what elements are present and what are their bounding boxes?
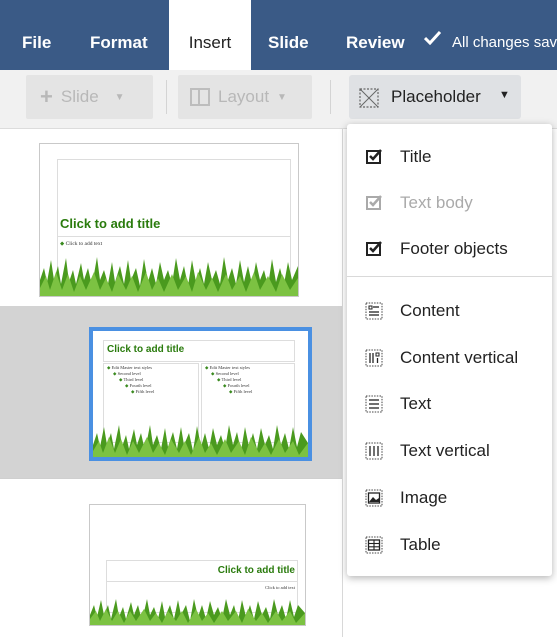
grass-image — [90, 599, 305, 625]
master-level-4: Fourth level — [227, 383, 250, 388]
master-level-1: Edit Master text styles — [209, 365, 250, 370]
checkmark-icon — [423, 30, 442, 50]
save-status: All changes saved — [452, 34, 557, 51]
grass-image — [40, 257, 298, 296]
slide-divider — [0, 478, 342, 479]
menu-item-content-vertical[interactable]: Content vertical — [347, 336, 552, 380]
menu-item-table[interactable]: Table — [347, 523, 552, 567]
menu-item-label: Text body — [400, 193, 473, 212]
table-icon — [365, 536, 383, 554]
menu-insert[interactable]: Insert — [169, 0, 251, 70]
layout-icon — [190, 88, 210, 106]
master-text-left: ◆ Edit Master text styles ◆ Second level… — [107, 365, 155, 394]
text-icon — [365, 395, 383, 413]
add-slide-button[interactable]: + Slide ▼ — [26, 75, 153, 119]
master-level-1: Edit Master text styles — [111, 365, 152, 370]
caret-down-icon: ▼ — [499, 89, 510, 101]
slide-body-text: ◆ Click to add text — [60, 241, 102, 247]
slide-thumbnail-master[interactable]: Click to add title ◆ Click to add text — [39, 143, 299, 297]
plus-icon: + — [40, 84, 53, 109]
menu-review[interactable]: Review — [346, 0, 405, 70]
menu-item-label: Image — [400, 488, 448, 507]
menu-item-label: Text — [400, 394, 432, 413]
slide-thumbnail-title-right[interactable]: Click to add title Click to add text — [89, 504, 306, 626]
master-level-3: Third level — [221, 377, 242, 382]
menu-item-text-vertical[interactable]: Text vertical — [347, 429, 552, 473]
menu-bar: File Format Insert Slide Review All chan… — [0, 0, 557, 70]
master-text-right: ◆ Edit Master text styles ◆ Second level… — [205, 365, 253, 394]
slide-sidebar[interactable]: Click to add title ◆ Click to add text C… — [0, 129, 343, 637]
menu-item-label: Footer objects — [400, 239, 508, 258]
bullet-icon: ◆ — [60, 241, 65, 247]
master-level-5: Fifth level — [233, 389, 253, 394]
text-vertical-icon — [365, 442, 383, 460]
slide-thumbnail-selected[interactable]: Click to add title ◆ Edit Master text st… — [89, 327, 312, 461]
checkbox-checked-icon — [366, 241, 382, 256]
add-slide-label: Slide — [60, 87, 99, 106]
image-icon — [365, 489, 383, 507]
slide-title: Click to add title — [60, 216, 161, 231]
menu-slide[interactable]: Slide — [268, 0, 309, 70]
toolbar-divider — [330, 80, 331, 114]
master-level-3: Third level — [123, 377, 144, 382]
content-icon — [365, 302, 383, 320]
menu-format[interactable]: Format — [90, 0, 148, 70]
checkbox-checked-icon — [366, 195, 382, 210]
slide-body-label: Click to add text — [65, 241, 103, 247]
menu-item-footer-objects[interactable]: Footer objects — [347, 227, 552, 271]
menu-item-label: Table — [400, 535, 441, 554]
menu-item-text-body: Text body — [347, 181, 552, 225]
layout-label: Layout — [218, 87, 270, 106]
slide-body-text: Click to add text — [265, 585, 295, 590]
placeholder-label: Placeholder — [391, 87, 481, 106]
content-vertical-icon — [365, 349, 383, 367]
checkbox-checked-icon — [366, 149, 382, 164]
placeholder-icon — [359, 88, 379, 108]
slide-title: Click to add title — [217, 565, 295, 576]
chevron-down-icon: ▼ — [277, 91, 287, 103]
placeholder-dropdown-menu: Title Text body Footer objects Content C… — [347, 124, 552, 576]
master-level-2: Second level — [117, 371, 141, 376]
menu-item-title[interactable]: Title — [347, 135, 552, 179]
placeholder-button[interactable]: Placeholder ▼ — [349, 75, 521, 119]
menu-item-text[interactable]: Text — [347, 382, 552, 426]
menu-item-image[interactable]: Image — [347, 476, 552, 520]
master-level-2: Second level — [215, 371, 239, 376]
chevron-down-icon: ▼ — [114, 91, 125, 103]
master-level-4: Fourth level — [129, 383, 152, 388]
toolbar-divider — [166, 80, 167, 114]
menu-item-label: Title — [400, 147, 432, 166]
menu-file[interactable]: File — [22, 0, 51, 70]
menu-item-label: Content vertical — [400, 348, 519, 367]
master-level-5: Fifth level — [135, 389, 155, 394]
layout-button[interactable]: Layout ▼ — [178, 75, 312, 119]
slide-title: Click to add title — [107, 344, 185, 355]
menu-item-content[interactable]: Content — [347, 289, 552, 333]
menu-item-label: Content — [400, 301, 460, 320]
menu-item-label: Text vertical — [400, 441, 490, 460]
grass-image — [93, 425, 308, 457]
toolbar: + Slide ▼ Layout ▼ Placeholder ▼ — [0, 70, 557, 129]
menu-divider — [347, 276, 552, 277]
